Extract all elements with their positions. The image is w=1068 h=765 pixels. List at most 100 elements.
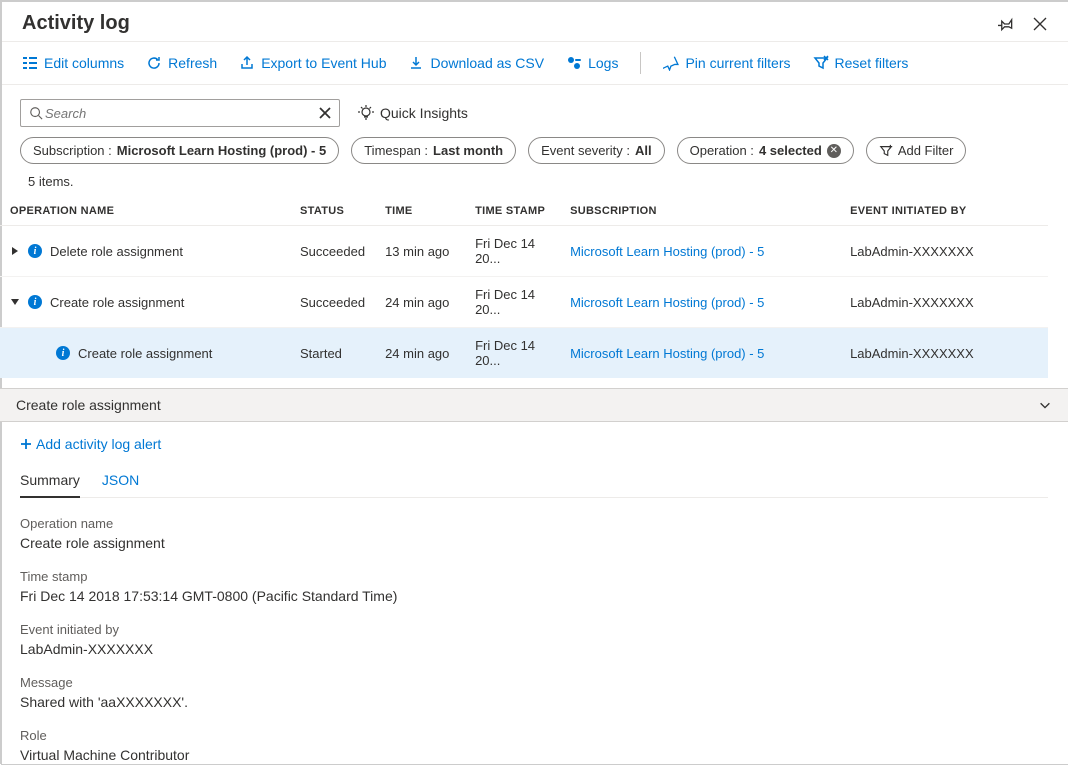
detail-field: Time stamp Fri Dec 14 2018 17:53:14 GMT-0…	[20, 569, 1048, 604]
cell-status: Succeeded	[290, 277, 375, 328]
col-subscription[interactable]: SUBSCRIPTION	[560, 197, 840, 226]
detail-field: RoleVirtual Machine Contributor	[20, 728, 1048, 763]
logs-label: Logs	[588, 55, 618, 71]
page-title: Activity log	[22, 12, 130, 35]
reset-filters-label: Reset filters	[835, 55, 909, 71]
add-filter-icon	[879, 144, 893, 158]
field-label: Operation name	[20, 516, 1048, 531]
page-header: Activity log	[2, 2, 1068, 42]
detail-field: Operation name Create role assignment	[20, 516, 1048, 551]
field-value: Fri Dec 14 2018 17:53:14 GMT-0800 (Pacif…	[20, 588, 1048, 604]
cell-timestamp: Fri Dec 14 20...	[465, 226, 560, 277]
detail-field: Event initiated by LabAdmin-XXXXXXX	[20, 622, 1048, 657]
subscription-link[interactable]: Microsoft Learn Hosting (prod) - 5	[570, 346, 764, 361]
close-icon[interactable]	[1032, 16, 1048, 32]
edit-columns-button[interactable]: Edit columns	[22, 55, 124, 71]
filter-subscription[interactable]: Subscription : Microsoft Learn Hosting (…	[20, 137, 339, 164]
refresh-button[interactable]: Refresh	[146, 55, 217, 71]
filter-severity-label: Event severity :	[541, 143, 630, 158]
operation-name: Delete role assignment	[50, 244, 183, 259]
subscription-link[interactable]: Microsoft Learn Hosting (prod) - 5	[570, 295, 764, 310]
search-input-container[interactable]	[20, 99, 340, 127]
detail-panel-header[interactable]: Create role assignment	[0, 388, 1068, 422]
toolbar: Edit columns Refresh Export to Event Hub…	[2, 42, 1068, 85]
plus-icon	[20, 438, 32, 450]
add-alert-label: Add activity log alert	[36, 436, 161, 452]
filter-timespan-label: Timespan :	[364, 143, 428, 158]
info-icon: i	[28, 244, 42, 258]
filter-severity[interactable]: Event severity : All	[528, 137, 665, 164]
col-timestamp[interactable]: TIME STAMP	[465, 197, 560, 226]
filter-timespan-value: Last month	[433, 143, 503, 158]
filter-operation[interactable]: Operation : 4 selected ✕	[677, 137, 854, 164]
clear-search-icon[interactable]	[319, 107, 331, 119]
remove-filter-icon[interactable]: ✕	[827, 144, 841, 158]
col-time[interactable]: TIME	[375, 197, 465, 226]
reset-filters-button[interactable]: Reset filters	[813, 55, 909, 71]
table-row[interactable]: i Delete role assignment Succeeded13 min a…	[0, 226, 1048, 277]
toolbar-separator	[640, 52, 641, 74]
cell-time: 24 min ago	[375, 277, 465, 328]
operation-name: Create role assignment	[50, 295, 184, 310]
pin-icon[interactable]	[998, 16, 1014, 32]
chevron-down-icon[interactable]	[1038, 398, 1052, 412]
export-button[interactable]: Export to Event Hub	[239, 55, 386, 71]
quick-insights-button[interactable]: Quick Insights	[358, 105, 468, 121]
field-value: Create role assignment	[20, 535, 1048, 551]
field-label: Time stamp	[20, 569, 1048, 584]
content-scroll[interactable]: Quick Insights Subscription : Microsoft …	[0, 89, 1068, 764]
cell-timestamp: Fri Dec 14 20...	[465, 277, 560, 328]
col-status[interactable]: STATUS	[290, 197, 375, 226]
cell-status: Succeeded	[290, 226, 375, 277]
filter-timespan[interactable]: Timespan : Last month	[351, 137, 516, 164]
filter-subscription-value: Microsoft Learn Hosting (prod) - 5	[117, 143, 326, 158]
quick-insights-label: Quick Insights	[380, 105, 468, 121]
lightbulb-icon	[358, 105, 374, 121]
info-icon: i	[56, 346, 70, 360]
edit-columns-label: Edit columns	[44, 55, 124, 71]
export-label: Export to Event Hub	[261, 55, 386, 71]
refresh-label: Refresh	[168, 55, 217, 71]
filter-severity-value: All	[635, 143, 652, 158]
filter-operation-value: 4 selected	[759, 143, 822, 158]
add-filter-button[interactable]: Add Filter	[866, 137, 967, 164]
detail-header-title: Create role assignment	[16, 397, 161, 413]
tab-summary[interactable]: Summary	[20, 466, 80, 498]
col-operation[interactable]: OPERATION NAME	[0, 197, 290, 226]
download-label: Download as CSV	[430, 55, 544, 71]
expand-caret-icon[interactable]	[10, 246, 20, 256]
table-header-row: OPERATION NAME STATUS TIME TIME STAMP SU…	[0, 197, 1048, 226]
add-alert-button[interactable]: Add activity log alert	[20, 436, 1048, 452]
filters-row: Subscription : Microsoft Learn Hosting (…	[0, 133, 1068, 174]
expand-caret-icon[interactable]	[10, 298, 20, 306]
filter-subscription-label: Subscription :	[33, 143, 112, 158]
pin-filters-button[interactable]: Pin current filters	[663, 55, 790, 71]
field-label: Event initiated by	[20, 622, 1048, 637]
cell-time: 13 min ago	[375, 226, 465, 277]
activity-table: OPERATION NAME STATUS TIME TIME STAMP SU…	[0, 197, 1048, 378]
table-row[interactable]: i Create role assignment Succeeded24 min a…	[0, 277, 1048, 328]
detail-panel-body: Add activity log alert Summary JSON Oper…	[0, 422, 1068, 764]
detail-field: MessageShared with 'aaXXXXXXX'.	[20, 675, 1048, 710]
download-button[interactable]: Download as CSV	[408, 55, 544, 71]
logs-button[interactable]: Logs	[566, 55, 618, 71]
tab-json[interactable]: JSON	[102, 466, 139, 497]
cell-initiated-by: LabAdmin-XXXXXXX	[840, 328, 1048, 379]
col-initiated[interactable]: EVENT INITIATED BY	[840, 197, 1048, 226]
field-value: Shared with 'aaXXXXXXX'.	[20, 694, 1048, 710]
cell-time: 24 min ago	[375, 328, 465, 379]
cell-initiated-by: LabAdmin-XXXXXXX	[840, 277, 1048, 328]
cell-initiated-by: LabAdmin-XXXXXXX	[840, 226, 1048, 277]
cell-status: Started	[290, 328, 375, 379]
subscription-link[interactable]: Microsoft Learn Hosting (prod) - 5	[570, 244, 764, 259]
field-value: Virtual Machine Contributor	[20, 747, 1048, 763]
filter-operation-label: Operation :	[690, 143, 754, 158]
item-count: 5 items.	[0, 174, 1068, 197]
field-value: LabAdmin-XXXXXXX	[20, 641, 1048, 657]
table-row[interactable]: i Create role assignment Started24 min ago…	[0, 328, 1048, 379]
search-icon	[29, 106, 43, 120]
search-input[interactable]	[43, 105, 319, 122]
info-icon: i	[28, 295, 42, 309]
operation-name: Create role assignment	[78, 346, 212, 361]
cell-timestamp: Fri Dec 14 20...	[465, 328, 560, 379]
